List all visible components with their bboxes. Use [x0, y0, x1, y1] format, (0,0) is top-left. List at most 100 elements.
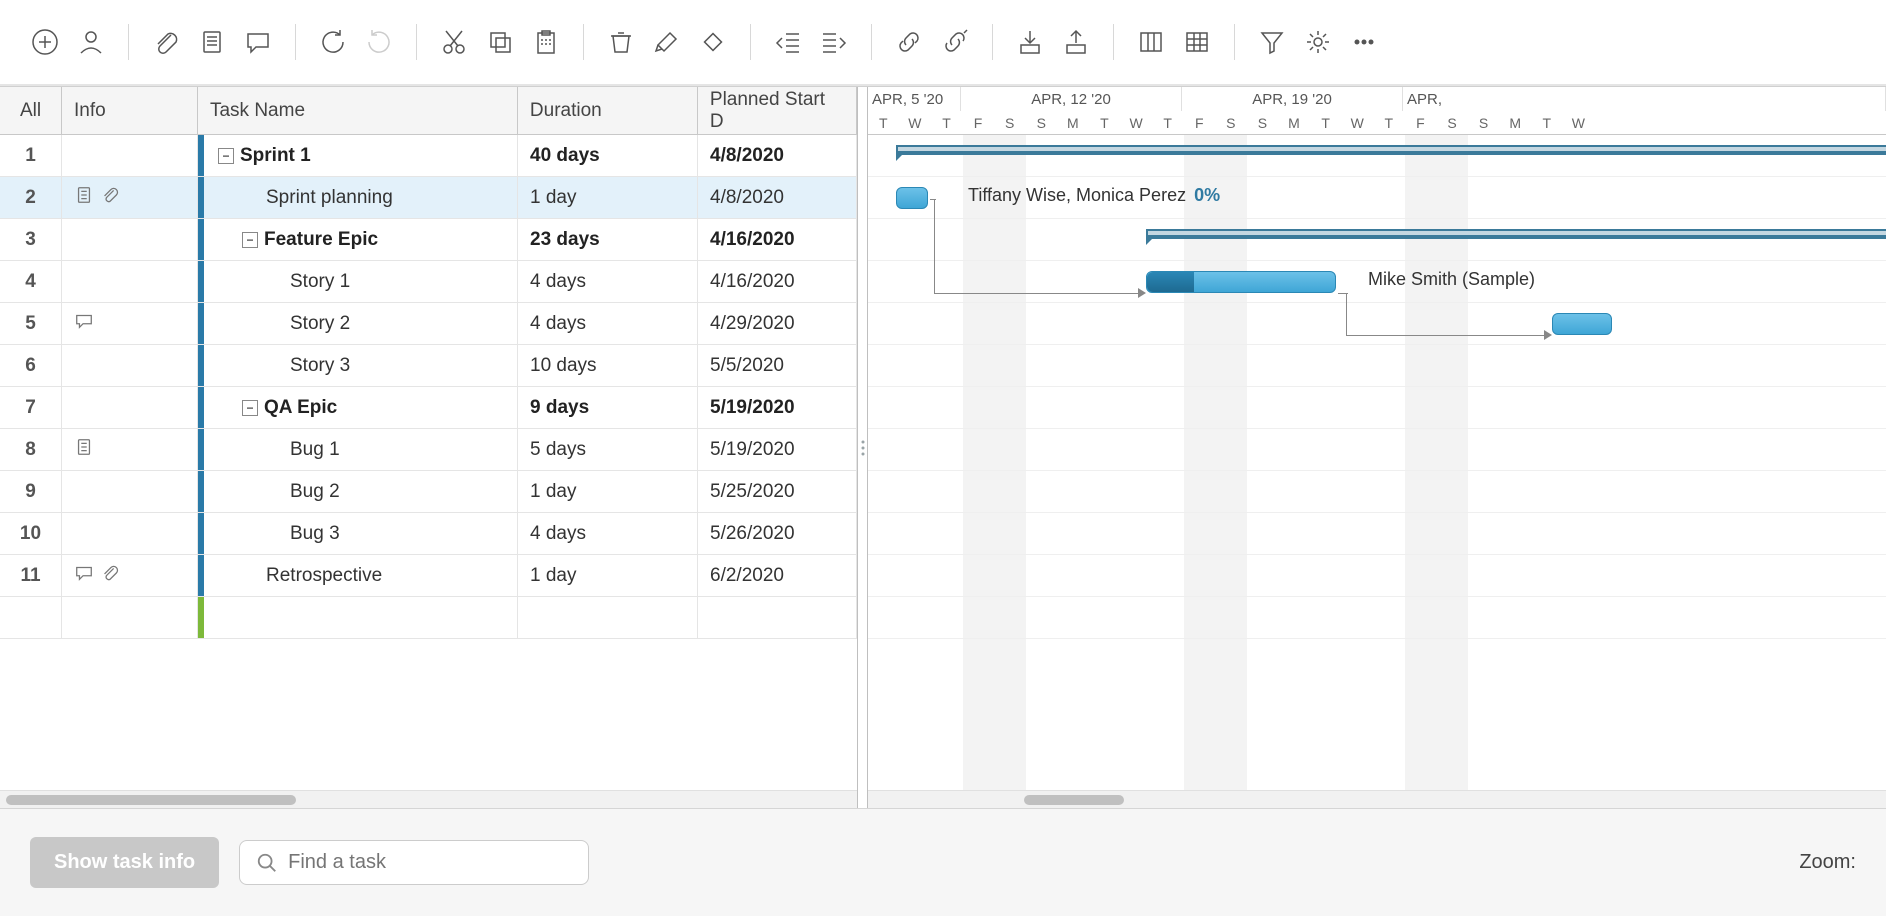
table-row[interactable]: 11 Retrospective1 day6/2/2020	[0, 555, 857, 597]
gantt-row[interactable]: Tiffany Wise, Monica Perez0%	[868, 177, 1886, 219]
task-name-cell[interactable]: Bug 1	[198, 429, 518, 470]
row-number[interactable]: 3	[0, 219, 62, 260]
grid-hscroll[interactable]	[0, 790, 857, 808]
task-name-cell[interactable]: Story 1	[198, 261, 518, 302]
gantt-row[interactable]: Mike Smith (Sample)	[868, 261, 1886, 303]
row-info[interactable]	[62, 303, 198, 344]
duration-cell[interactable]: 23 days	[518, 219, 698, 260]
duration-cell[interactable]: 1 day	[518, 177, 698, 218]
outdent-button[interactable]	[765, 19, 811, 65]
add-button[interactable]	[22, 19, 68, 65]
row-info[interactable]	[62, 135, 198, 176]
filter-button[interactable]	[1249, 19, 1295, 65]
start-date-cell[interactable]: 6/2/2020	[698, 555, 857, 596]
table-row[interactable]: 7 −QA Epic9 days5/19/2020	[0, 387, 857, 429]
row-number[interactable]: 2	[0, 177, 62, 218]
gantt-summary-bar[interactable]	[896, 145, 1886, 155]
user-button[interactable]	[68, 19, 114, 65]
task-name-cell[interactable]: Bug 3	[198, 513, 518, 554]
gantt-hscroll[interactable]	[868, 790, 1886, 808]
start-date-cell[interactable]: 5/19/2020	[698, 387, 857, 428]
columns-button[interactable]	[1128, 19, 1174, 65]
col-header-all[interactable]: All	[0, 87, 62, 134]
start-date-cell[interactable]: 4/16/2020	[698, 261, 857, 302]
row-number[interactable]: 6	[0, 345, 62, 386]
row-info[interactable]	[62, 471, 198, 512]
start-date-cell[interactable]: 4/29/2020	[698, 303, 857, 344]
grid-button[interactable]	[1174, 19, 1220, 65]
row-info[interactable]	[62, 177, 198, 218]
note-button[interactable]	[189, 19, 235, 65]
task-name-cell[interactable]: −Sprint 1	[198, 135, 518, 176]
gantt-row[interactable]	[868, 471, 1886, 513]
task-name-cell[interactable]: −QA Epic	[198, 387, 518, 428]
gantt-task-bar[interactable]	[896, 187, 928, 209]
row-info[interactable]	[62, 219, 198, 260]
table-row[interactable]: 10Bug 34 days5/26/2020	[0, 513, 857, 555]
collapse-toggle[interactable]: −	[218, 148, 234, 164]
duration-cell[interactable]: 4 days	[518, 261, 698, 302]
gantt-row[interactable]	[868, 597, 1886, 639]
diamond-button[interactable]	[690, 19, 736, 65]
duration-cell[interactable]: 5 days	[518, 429, 698, 470]
row-number[interactable]: 11	[0, 555, 62, 596]
table-row[interactable]: 2 Sprint planning1 day4/8/2020	[0, 177, 857, 219]
gantt-row[interactable]	[868, 513, 1886, 555]
col-header-info[interactable]: Info	[62, 87, 198, 134]
gantt-row[interactable]	[868, 135, 1886, 177]
start-date-cell[interactable]: 4/8/2020	[698, 177, 857, 218]
row-number[interactable]: 9	[0, 471, 62, 512]
duration-cell[interactable]: 9 days	[518, 387, 698, 428]
duration-cell[interactable]: 1 day	[518, 555, 698, 596]
upload-button[interactable]	[1053, 19, 1099, 65]
gantt-task-bar[interactable]	[1146, 271, 1336, 293]
start-date-cell[interactable]: 5/5/2020	[698, 345, 857, 386]
row-number[interactable]: 8	[0, 429, 62, 470]
row-number[interactable]: 1	[0, 135, 62, 176]
link-button[interactable]	[886, 19, 932, 65]
table-row[interactable]: 6Story 310 days5/5/2020	[0, 345, 857, 387]
task-name-cell[interactable]: Story 3	[198, 345, 518, 386]
start-date-cell[interactable]: 4/16/2020	[698, 219, 857, 260]
row-number[interactable]: 5	[0, 303, 62, 344]
table-row[interactable]: 1−Sprint 140 days4/8/2020	[0, 135, 857, 177]
unlink-button[interactable]	[932, 19, 978, 65]
gantt-row[interactable]	[868, 429, 1886, 471]
paste-button[interactable]	[523, 19, 569, 65]
collapse-toggle[interactable]: −	[242, 400, 258, 416]
row-info[interactable]	[62, 555, 198, 596]
table-row[interactable]: 9Bug 21 day5/25/2020	[0, 471, 857, 513]
task-name-cell[interactable]: Retrospective	[198, 555, 518, 596]
indent-button[interactable]	[811, 19, 857, 65]
duration-cell[interactable]: 1 day	[518, 471, 698, 512]
table-row[interactable]: 4Story 14 days4/16/2020	[0, 261, 857, 303]
col-header-start[interactable]: Planned Start D	[698, 87, 857, 134]
duration-cell[interactable]: 4 days	[518, 513, 698, 554]
redo-button[interactable]	[356, 19, 402, 65]
more-button[interactable]	[1341, 19, 1387, 65]
gantt-hscroll-thumb[interactable]	[1024, 795, 1124, 805]
comment-button[interactable]	[235, 19, 281, 65]
row-number[interactable]: 7	[0, 387, 62, 428]
gantt-row[interactable]	[868, 303, 1886, 345]
gantt-row[interactable]	[868, 387, 1886, 429]
col-header-name[interactable]: Task Name	[198, 87, 518, 134]
show-task-info-button[interactable]: Show task info	[30, 837, 219, 888]
search-input[interactable]	[288, 851, 572, 874]
task-name-cell[interactable]: Sprint planning	[198, 177, 518, 218]
row-info[interactable]	[62, 513, 198, 554]
table-row[interactable]: 3−Feature Epic23 days4/16/2020	[0, 219, 857, 261]
row-number[interactable]: 10	[0, 513, 62, 554]
table-row-empty[interactable]	[0, 597, 857, 639]
gantt-row[interactable]	[868, 345, 1886, 387]
row-info[interactable]	[62, 345, 198, 386]
duration-cell[interactable]: 40 days	[518, 135, 698, 176]
row-info[interactable]	[62, 429, 198, 470]
table-row[interactable]: 5Story 24 days4/29/2020	[0, 303, 857, 345]
row-info[interactable]	[62, 261, 198, 302]
delete-button[interactable]	[598, 19, 644, 65]
download-button[interactable]	[1007, 19, 1053, 65]
undo-button[interactable]	[310, 19, 356, 65]
gantt-summary-bar[interactable]	[1146, 229, 1886, 239]
col-header-duration[interactable]: Duration	[518, 87, 698, 134]
